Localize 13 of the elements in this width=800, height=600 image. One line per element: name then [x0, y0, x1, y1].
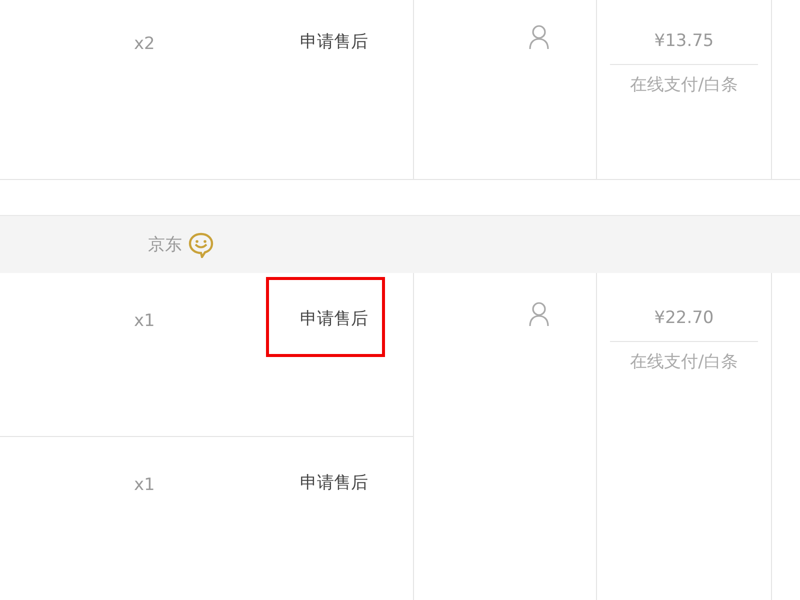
payment-method: 在线支付/白条: [629, 351, 739, 373]
order-total: ¥22.70: [610, 307, 758, 342]
after-sales-button[interactable]: 申请售后: [266, 0, 385, 80]
order-total: ¥13.75: [610, 30, 758, 65]
payment-method: 在线支付/白条: [629, 74, 739, 96]
quantity: x2: [134, 33, 155, 55]
quantity: x1: [134, 310, 155, 332]
person-icon[interactable]: [528, 24, 550, 50]
quantity: x1: [134, 474, 155, 496]
chat-bubble-icon[interactable]: [188, 232, 214, 258]
after-sales-button[interactable]: 申请售后: [266, 277, 385, 357]
after-sales-button[interactable]: 申请售后: [266, 441, 385, 521]
person-icon[interactable]: [528, 301, 550, 327]
